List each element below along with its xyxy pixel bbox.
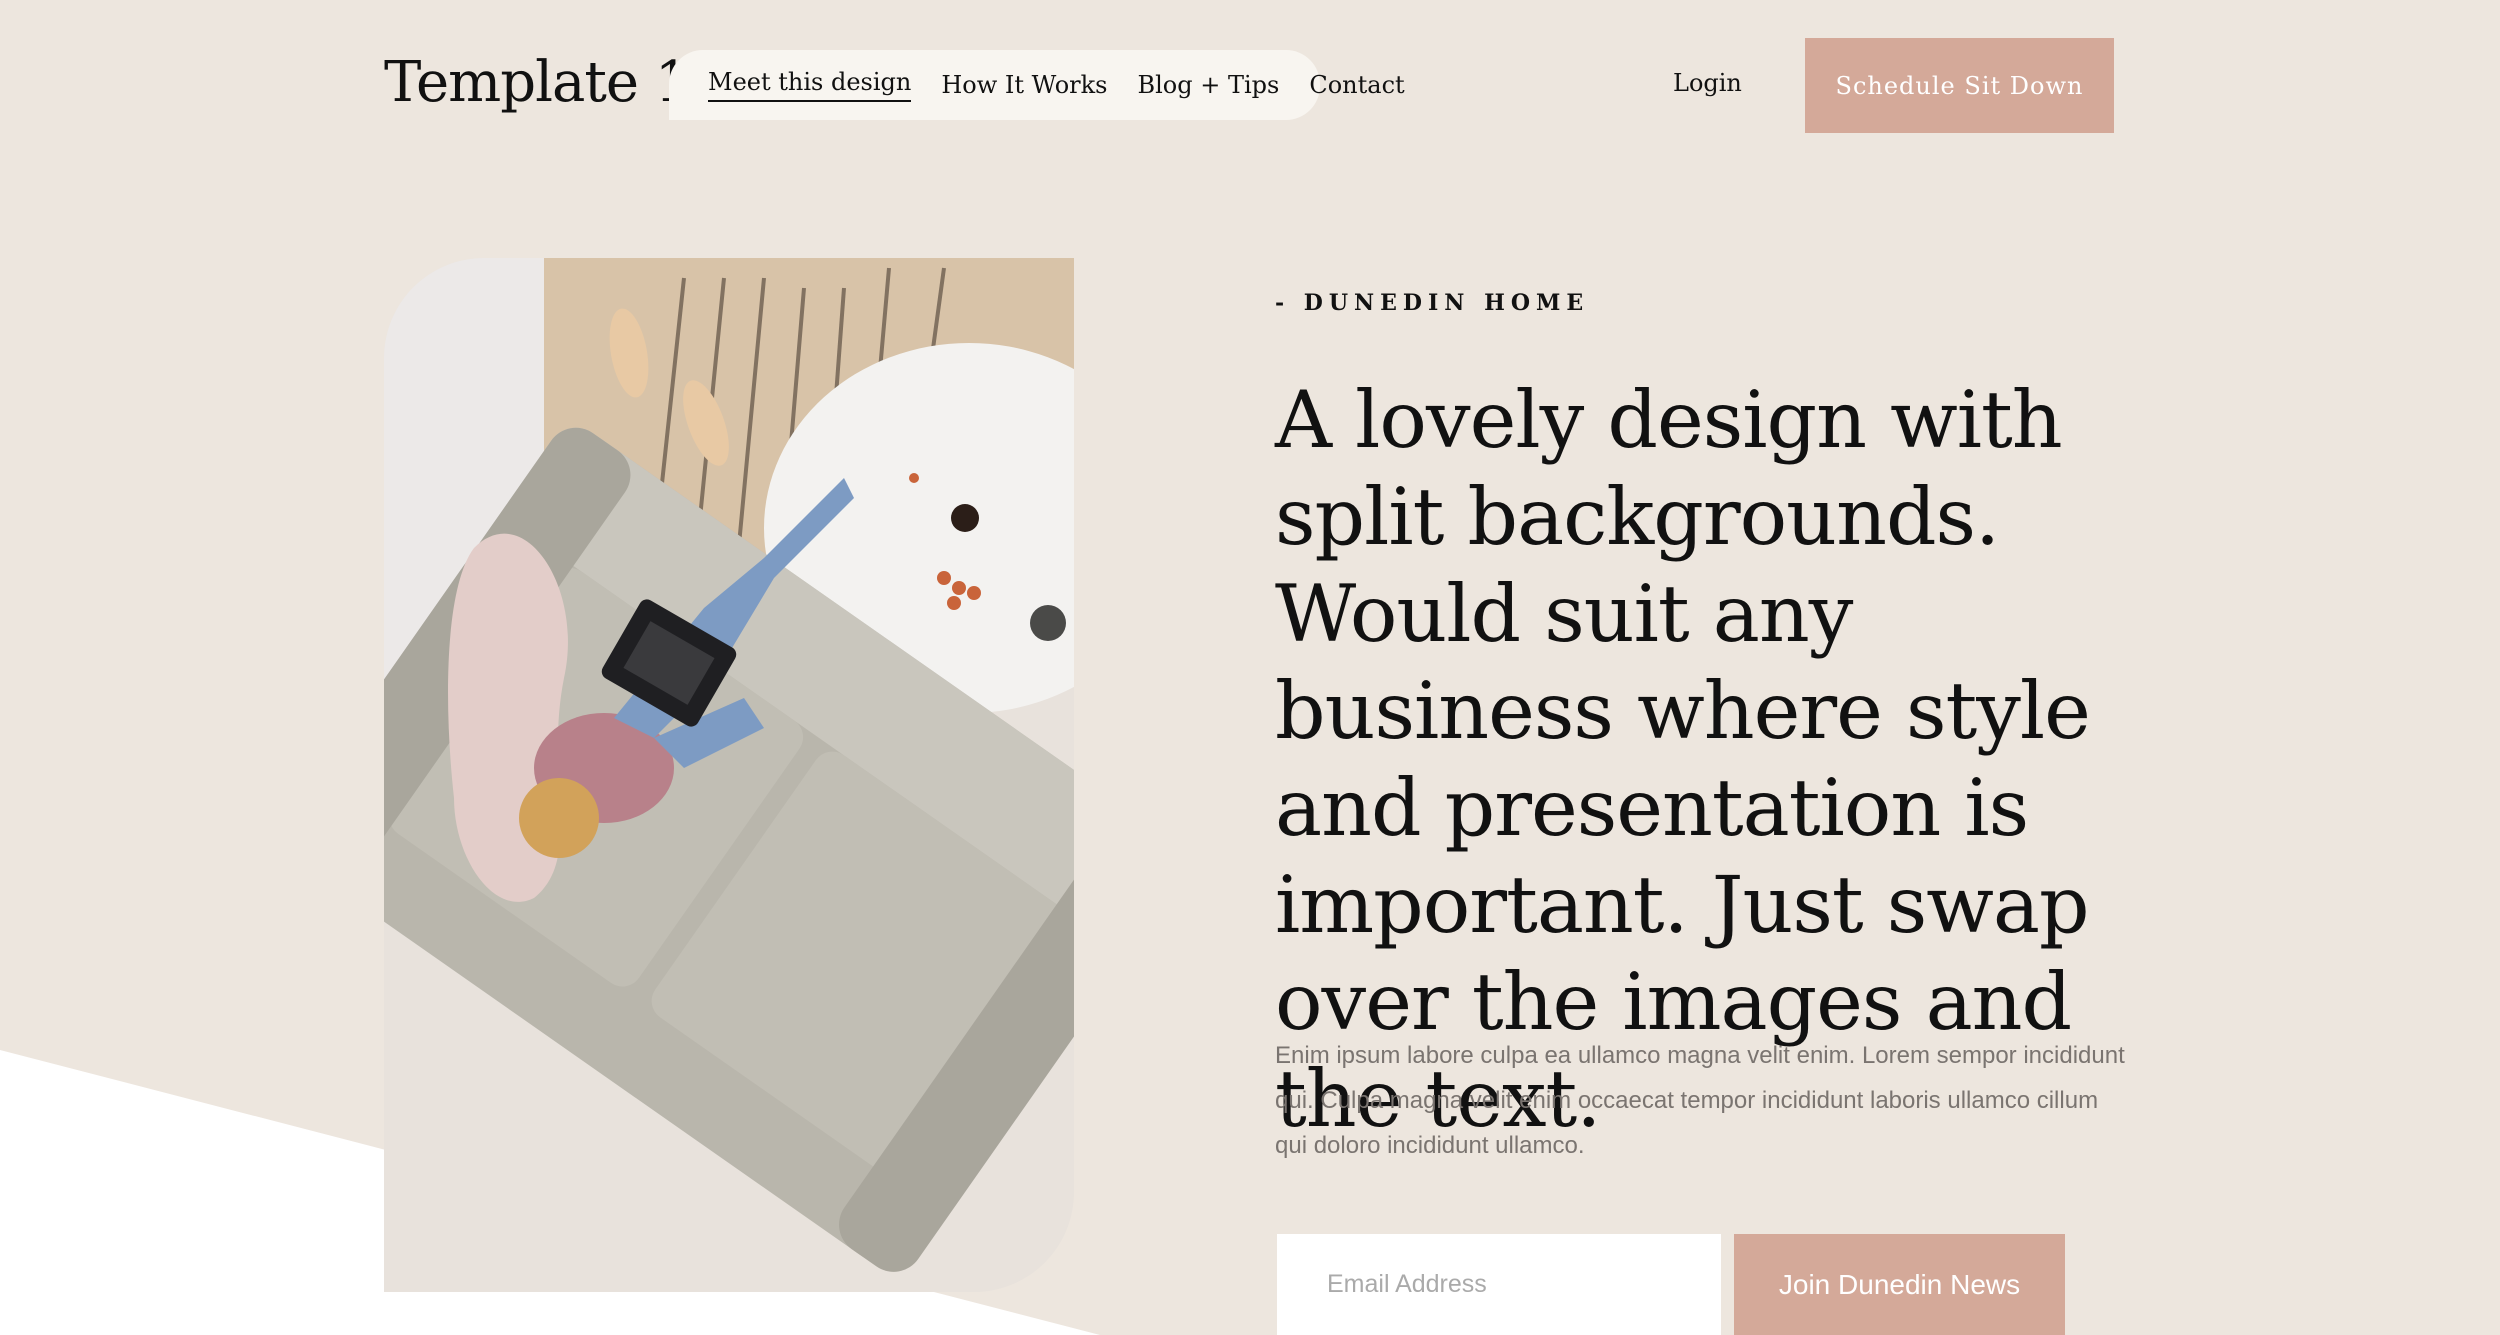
- eyebrow-label: - DUNEDIN HOME: [1275, 290, 1590, 316]
- nav-item-contact[interactable]: Contact: [1309, 71, 1404, 99]
- nav-item-blog-tips[interactable]: Blog + Tips: [1137, 71, 1279, 99]
- hero-image: [384, 258, 1074, 1292]
- photo-woman-on-sofa-icon: [384, 258, 1074, 1292]
- schedule-sit-down-button[interactable]: Schedule Sit Down: [1805, 38, 2114, 133]
- hero-body-text: Enim ipsum labore culpa ea ullamco magna…: [1275, 1042, 2125, 1159]
- nav-item-how-it-works[interactable]: How It Works: [941, 71, 1107, 99]
- join-newsletter-button[interactable]: Join Dunedin News: [1734, 1234, 2065, 1335]
- login-link[interactable]: Login: [1673, 69, 1742, 97]
- hero-headline: A lovely design with split backgrounds. …: [1275, 374, 2091, 1145]
- nav-item-meet-this-design[interactable]: Meet this design: [708, 68, 912, 102]
- email-field[interactable]: [1277, 1234, 1721, 1335]
- main-nav: Meet this design How It Works Blog + Tip…: [669, 50, 1405, 120]
